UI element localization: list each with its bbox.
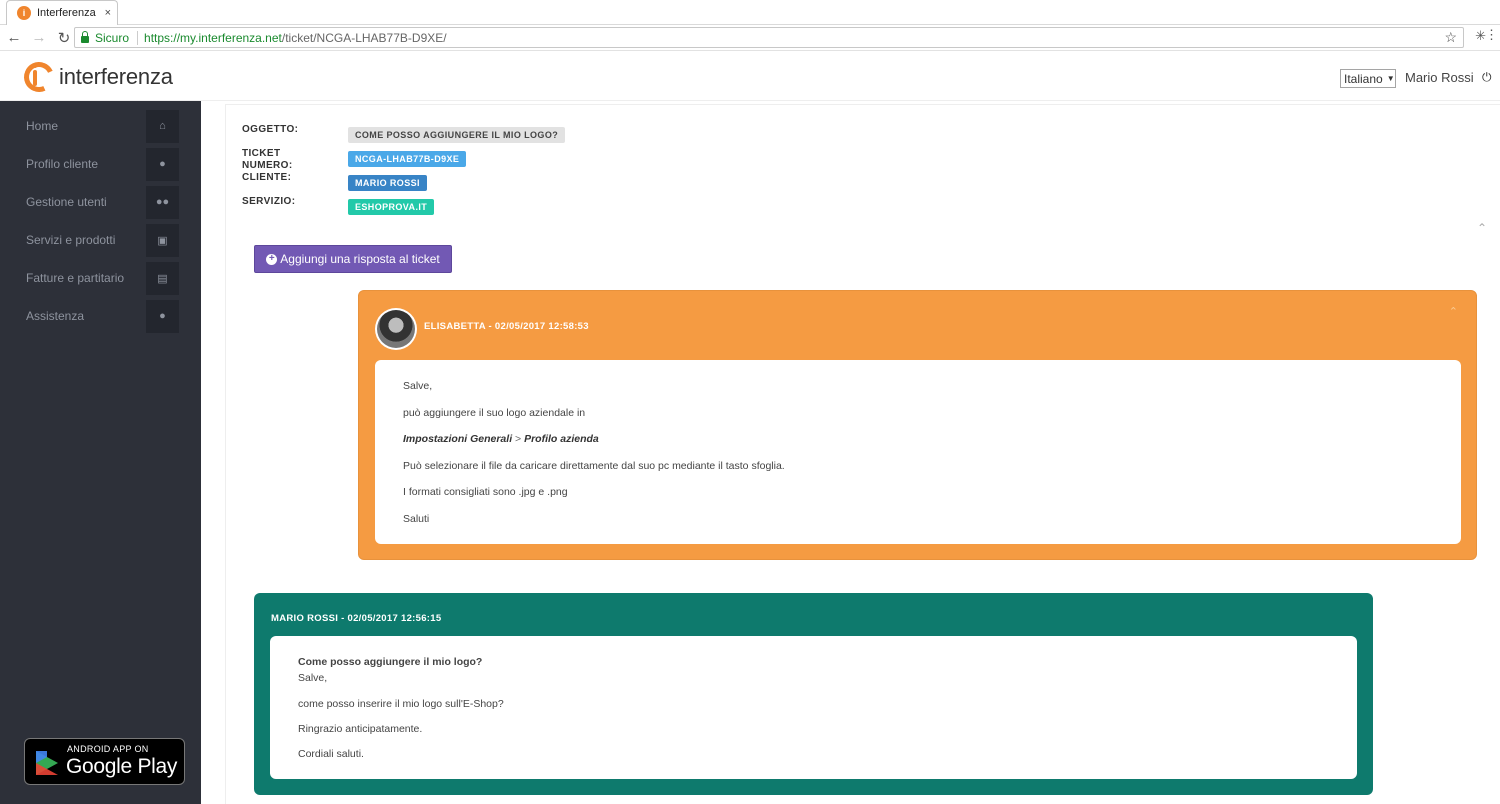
browser-menu-icon[interactable]: ⋮ (1485, 27, 1498, 43)
caret-down-icon: ▼ (1386, 74, 1395, 83)
app-header: interferenza Italiano ▼ Mario Rossi ⏻ (0, 52, 1500, 101)
secure-label: Sicuro (95, 30, 130, 45)
browser-tab[interactable]: i Interferenza × (6, 0, 118, 25)
sidebar-item-gestione-utenti[interactable]: Gestione utenti ●● (0, 185, 201, 219)
browser-toolbar: ← → ↻ Sicuro https://my.interferenza.net… (0, 25, 1500, 51)
message-subject: Come posso aggiungere il mio logo? (298, 656, 483, 668)
tab-close-icon[interactable]: × (105, 7, 111, 19)
back-icon[interactable]: ← (3, 27, 25, 49)
google-play-badge[interactable]: ANDROID APP ON Google Play (24, 738, 185, 785)
favicon-icon: i (17, 6, 31, 20)
sidebar-item-home[interactable]: Home ⌂ (0, 109, 201, 143)
ticket-number-badge: NCGA-LHAB77B-D9XE (348, 151, 467, 167)
lock-icon (81, 30, 89, 43)
plus-circle-icon: + (266, 253, 278, 265)
tab-title: Interferenza (37, 7, 96, 19)
logo-text: interferenza (59, 64, 173, 89)
language-select[interactable]: Italiano ▼ (1340, 69, 1396, 88)
sidebar-item-assistenza[interactable]: Assistenza ● (0, 299, 201, 333)
message-line: Saluti (403, 513, 430, 525)
add-reply-label: Aggiungi una risposta al ticket (280, 252, 440, 266)
servizio-badge: ESHOPROVA.IT (348, 199, 435, 215)
forward-icon[interactable]: → (28, 27, 50, 49)
oggetto-label: OGGETTO: (242, 124, 299, 135)
file-icon: ▤ (146, 261, 179, 295)
settings-path: Impostazioni Generali (403, 433, 513, 445)
sidebar-item-label: Fatture e partitario (26, 271, 125, 285)
settings-subpath: Profilo azienda (524, 433, 599, 445)
message-line: può aggiungere il suo logo aziendale in (403, 407, 586, 419)
users-icon: ●● (146, 185, 179, 219)
avatar (375, 308, 417, 350)
message-line: I formati consigliati sono .jpg e .png (403, 486, 568, 498)
add-reply-button[interactable]: + Aggiungi una risposta al ticket (254, 245, 452, 273)
browser-tabstrip: i Interferenza × (0, 0, 1500, 25)
omnibox-separator (137, 30, 139, 45)
path-separator: > (515, 433, 522, 445)
logo[interactable]: interferenza (19, 57, 173, 97)
sidebar-item-label: Home (26, 119, 59, 133)
url-path: /ticket/NCGA-LHAB77B-D9XE/ (281, 30, 447, 45)
message-line: come posso inserire il mio logo sull'E-S… (298, 698, 504, 710)
ticket-label-line1: TICKET (242, 148, 281, 159)
cliente-badge: MARIO ROSSI (348, 175, 427, 191)
message-line: Impostazioni Generali > Profilo azienda (403, 433, 599, 445)
home-icon: ⌂ (146, 109, 179, 143)
sidebar-item-fatture-partitario[interactable]: Fatture e partitario ▤ (0, 261, 201, 295)
cliente-label: CLIENTE: (242, 172, 292, 183)
message-line: Può selezionare il file da caricare dire… (403, 460, 785, 472)
user-name[interactable]: Mario Rossi (1405, 70, 1474, 85)
message-header: ELISABETTA - 02/05/2017 12:58:53 (424, 321, 589, 332)
message-body: Come posso aggiungere il mio logo? Salve… (270, 636, 1357, 779)
message-line: Cordiali saluti. (298, 748, 364, 760)
language-value: Italiano (1344, 71, 1383, 86)
logout-power-icon[interactable]: ⏻ (1482, 70, 1492, 85)
servizio-label: SERVIZIO: (242, 196, 296, 207)
message-card: ELISABETTA - 02/05/2017 12:58:53 ⌃ Salve… (358, 290, 1477, 560)
message-line: Salve, (403, 380, 433, 392)
user-icon: ● (146, 147, 179, 181)
message-card: MARIO ROSSI - 02/05/2017 12:56:15 Come p… (254, 593, 1373, 795)
reload-icon[interactable]: ↻ (53, 27, 75, 49)
sidebar-item-servizi-prodotti[interactable]: Servizi e prodotti ▣ (0, 223, 201, 257)
address-bar[interactable]: Sicuro https://my.interferenza.net/ticke… (74, 27, 1464, 48)
main-content: OGGETTO: COME POSSO AGGIUNGERE IL MIO LO… (201, 101, 1500, 804)
comments-icon: ● (146, 299, 179, 333)
sidebar-item-label: Profilo cliente (26, 157, 99, 171)
chevron-up-icon[interactable]: ⌃ (1477, 221, 1487, 235)
bookmark-star-icon[interactable]: ☆ (1444, 29, 1457, 46)
message-body: Salve, può aggiungere il suo logo aziend… (375, 360, 1461, 544)
sidebar-item-profilo-cliente[interactable]: Profilo cliente ● (0, 147, 201, 181)
badge-small-text: ANDROID APP ON (67, 744, 149, 754)
chevron-up-icon[interactable]: ⌃ (1449, 305, 1458, 318)
sidebar-item-label: Gestione utenti (26, 195, 107, 209)
ticket-label-line2: NUMERO: (242, 160, 293, 171)
message-line: Salve, (298, 672, 328, 684)
message-line: Ringrazio anticipatamente. (298, 723, 423, 735)
oggetto-badge: COME POSSO AGGIUNGERE IL MIO LOGO? (348, 127, 566, 143)
cubes-icon: ▣ (146, 223, 179, 257)
sidebar-item-label: Assistenza (26, 309, 85, 323)
message-header: MARIO ROSSI - 02/05/2017 12:56:15 (271, 613, 442, 624)
sidebar-item-label: Servizi e prodotti (26, 233, 116, 247)
badge-big-text: Google Play (66, 755, 178, 778)
sidebar: Home ⌂ Profilo cliente ● Gestione utenti… (0, 101, 201, 804)
logo-mark-icon (19, 57, 59, 97)
url-host: https://my.interferenza.net (144, 30, 282, 45)
